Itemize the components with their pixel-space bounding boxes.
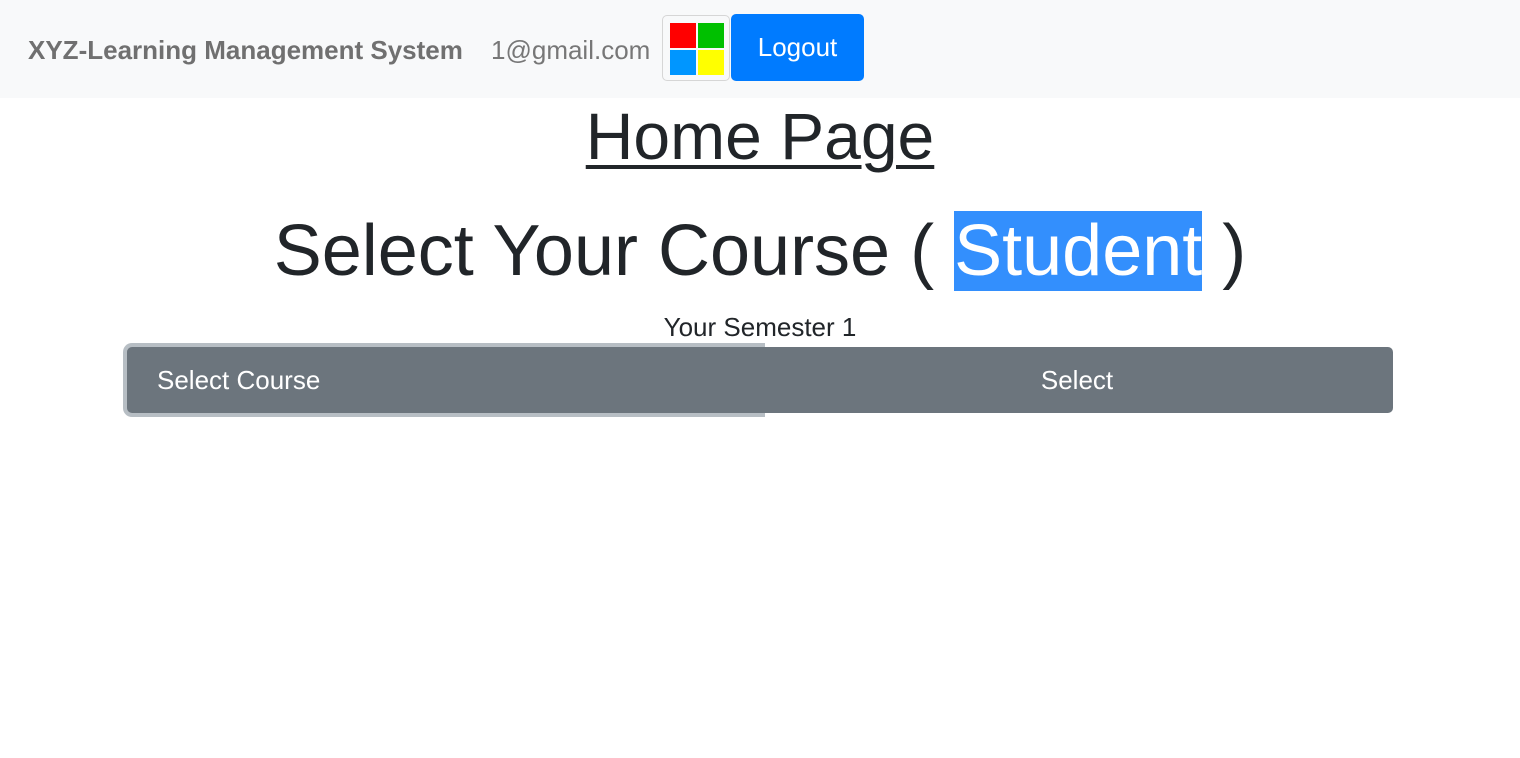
logout-button[interactable]: Logout [731, 14, 864, 81]
top-navbar: XYZ-Learning Management System 1@gmail.c… [0, 0, 1520, 98]
windows-logo-icon [670, 23, 724, 75]
course-heading: Select Your Course ( Student ) [0, 204, 1520, 298]
semester-label: Your Semester 1 [663, 312, 857, 342]
page-title-text: Home Page [585, 99, 935, 173]
role-highlight: Student [954, 211, 1203, 291]
page-title: Home Page [0, 98, 1520, 174]
course-heading-suffix: ) [1202, 211, 1247, 291]
user-email: 1@gmail.com [491, 35, 651, 65]
select-button[interactable]: Select [761, 347, 1393, 413]
profile-icon-button[interactable] [662, 15, 730, 81]
brand-title[interactable]: XYZ-Learning Management System [28, 34, 463, 66]
course-select-dropdown[interactable]: Select Course [127, 347, 761, 413]
course-heading-prefix: Select Your Course ( [273, 211, 955, 291]
